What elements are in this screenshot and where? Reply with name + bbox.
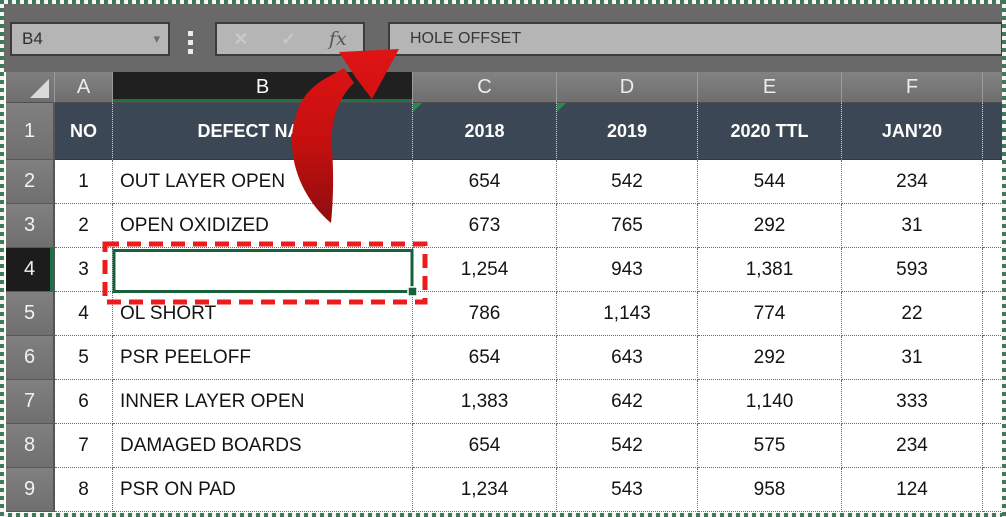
cell-e1[interactable]: 2020 TTL <box>698 103 842 160</box>
cell-g9-partial[interactable] <box>983 468 1003 512</box>
column-header-e[interactable]: E <box>698 72 842 103</box>
cell-f3[interactable]: 31 <box>842 204 983 248</box>
name-box-value: B4 <box>12 29 153 49</box>
cell-g1-partial[interactable] <box>983 103 1003 160</box>
cell-g2-partial[interactable] <box>983 160 1003 204</box>
row-header-2[interactable]: 2 <box>6 160 55 204</box>
enter-icon[interactable]: ✓ <box>281 29 296 50</box>
cell-f7[interactable]: 333 <box>842 380 983 424</box>
cell-a6[interactable]: 5 <box>55 336 113 380</box>
cell-b5[interactable]: OL SHORT <box>113 292 413 336</box>
insert-function-icon[interactable]: fx <box>329 28 347 50</box>
column-header-partial[interactable] <box>983 72 1003 103</box>
cell-d6[interactable]: 643 <box>557 336 698 380</box>
cell-f2[interactable]: 234 <box>842 160 983 204</box>
cell-a4[interactable]: 3 <box>55 248 113 292</box>
cell-e6[interactable]: 292 <box>698 336 842 380</box>
cell-b9[interactable]: PSR ON PAD <box>113 468 413 512</box>
cell-c5[interactable]: 786 <box>413 292 557 336</box>
cell-e7[interactable]: 1,140 <box>698 380 842 424</box>
cell-g6-partial[interactable] <box>983 336 1003 380</box>
cell-g4-partial[interactable] <box>983 248 1003 292</box>
cell-f8[interactable]: 234 <box>842 424 983 468</box>
cell-e5[interactable]: 774 <box>698 292 842 336</box>
column-header-c[interactable]: C <box>413 72 557 103</box>
cell-b6[interactable]: PSR PEELOFF <box>113 336 413 380</box>
column-header-f[interactable]: F <box>842 72 983 103</box>
cell-d3[interactable]: 765 <box>557 204 698 248</box>
cell-e4[interactable]: 1,381 <box>698 248 842 292</box>
formula-buttons: ✕ ✓ fx <box>215 22 365 56</box>
cell-c8[interactable]: 654 <box>413 424 557 468</box>
cell-f5[interactable]: 22 <box>842 292 983 336</box>
formula-bar-value: HOLE OFFSET <box>390 30 521 48</box>
cell-a3[interactable]: 2 <box>55 204 113 248</box>
formula-bar-chrome: B4 ▾ ✕ ✓ fx HOLE OFFSET <box>0 0 1006 72</box>
worksheet-grid: A B C D E F 1 NO DEFECT NAME 2018 2019 2… <box>6 72 1003 512</box>
cell-a7[interactable]: 6 <box>55 380 113 424</box>
cell-b8[interactable]: DAMAGED BOARDS <box>113 424 413 468</box>
column-header-b[interactable]: B <box>113 72 413 103</box>
cell-g5-partial[interactable] <box>983 292 1003 336</box>
cell-b3[interactable]: OPEN OXIDIZED <box>113 204 413 248</box>
error-indicator-icon <box>413 103 422 112</box>
cell-c1[interactable]: 2018 <box>413 103 557 160</box>
select-all-icon <box>30 79 49 98</box>
spreadsheet-screenshot: B4 ▾ ✕ ✓ fx HOLE OFFSET A B C D E F 1 NO… <box>0 0 1006 517</box>
cell-g3-partial[interactable] <box>983 204 1003 248</box>
formula-bar[interactable]: HOLE OFFSET <box>388 22 1003 56</box>
cell-e3[interactable]: 292 <box>698 204 842 248</box>
cell-e9[interactable]: 958 <box>698 468 842 512</box>
cell-d5[interactable]: 1,143 <box>557 292 698 336</box>
row-header-8[interactable]: 8 <box>6 424 55 468</box>
cell-d1[interactable]: 2019 <box>557 103 698 160</box>
cell-a8[interactable]: 7 <box>55 424 113 468</box>
cell-c4[interactable]: 1,254 <box>413 248 557 292</box>
cell-c6[interactable]: 654 <box>413 336 557 380</box>
cell-f1[interactable]: JAN'20 <box>842 103 983 160</box>
cell-b7[interactable]: INNER LAYER OPEN <box>113 380 413 424</box>
cell-a9[interactable]: 8 <box>55 468 113 512</box>
row-header-9[interactable]: 9 <box>6 468 55 512</box>
column-header-d[interactable]: D <box>557 72 698 103</box>
cell-e8[interactable]: 575 <box>698 424 842 468</box>
error-indicator-icon <box>557 103 566 112</box>
cell-a2[interactable]: 1 <box>55 160 113 204</box>
cell-b2[interactable]: OUT LAYER OPEN <box>113 160 413 204</box>
cell-g7-partial[interactable] <box>983 380 1003 424</box>
cell-f6[interactable]: 31 <box>842 336 983 380</box>
more-dots-icon <box>188 31 193 36</box>
cell-d4[interactable]: 943 <box>557 248 698 292</box>
select-all-button[interactable] <box>6 72 55 103</box>
row-header-7[interactable]: 7 <box>6 380 55 424</box>
selection-ants-bottom <box>0 513 1006 517</box>
cell-g8-partial[interactable] <box>983 424 1003 468</box>
cell-c3[interactable]: 673 <box>413 204 557 248</box>
cell-e2[interactable]: 544 <box>698 160 842 204</box>
row-header-4[interactable]: 4 <box>6 248 55 292</box>
row-header-3[interactable]: 3 <box>6 204 55 248</box>
cell-b4-selected[interactable] <box>113 248 413 292</box>
row-header-5[interactable]: 5 <box>6 292 55 336</box>
name-box[interactable]: B4 ▾ <box>10 22 170 56</box>
cell-a5[interactable]: 4 <box>55 292 113 336</box>
selection-ants-left <box>0 0 4 517</box>
cell-d2[interactable]: 542 <box>557 160 698 204</box>
cancel-icon[interactable]: ✕ <box>233 29 248 50</box>
cell-a1[interactable]: NO <box>55 103 113 160</box>
cell-b1[interactable]: DEFECT NAME <box>113 103 413 160</box>
cell-d9[interactable]: 543 <box>557 468 698 512</box>
cell-f4[interactable]: 593 <box>842 248 983 292</box>
cell-c7[interactable]: 1,383 <box>413 380 557 424</box>
row-header-6[interactable]: 6 <box>6 336 55 380</box>
chevron-down-icon[interactable]: ▾ <box>153 31 168 47</box>
cell-c2[interactable]: 654 <box>413 160 557 204</box>
column-header-a[interactable]: A <box>55 72 113 103</box>
cell-c9[interactable]: 1,234 <box>413 468 557 512</box>
cell-d7[interactable]: 642 <box>557 380 698 424</box>
cell-d8[interactable]: 542 <box>557 424 698 468</box>
row-header-1[interactable]: 1 <box>6 103 55 160</box>
cell-f9[interactable]: 124 <box>842 468 983 512</box>
